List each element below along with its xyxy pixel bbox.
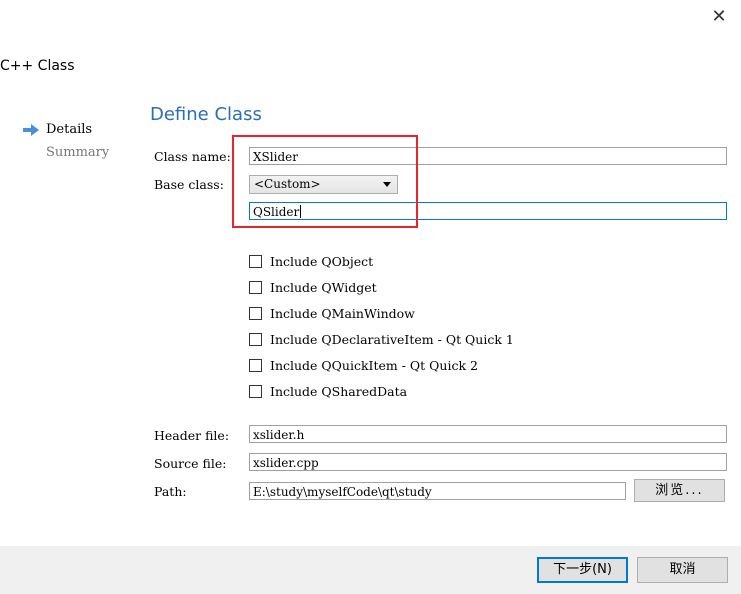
checkbox-include-qobject[interactable]: Include QObject [249,254,373,272]
cancel-button[interactable]: 取消 [637,557,728,583]
checkbox-icon[interactable] [249,307,262,320]
path-input[interactable]: E:\study\myselfCode\qt\study [249,482,626,500]
checkbox-label: Include QQuickItem - Qt Quick 2 [270,358,478,373]
header-file-input[interactable]: xslider.h [249,425,727,443]
checkbox-label: Include QMainWindow [270,306,415,321]
checkbox-label: Include QDeclarativeItem - Qt Quick 1 [270,332,514,347]
checkbox-label: Include QObject [270,254,374,269]
checkbox-icon[interactable] [249,333,262,346]
footer-bar [0,546,741,594]
close-button[interactable]: ✕ [708,6,730,28]
path-label: Path: [154,484,187,499]
source-file-input[interactable]: xslider.cpp [249,453,727,471]
class-name-label: Class name: [154,149,231,164]
browse-button[interactable]: 浏览... [634,479,725,502]
checkbox-include-qdeclarativeitem[interactable]: Include QDeclarativeItem - Qt Quick 1 [249,332,514,350]
next-button[interactable]: 下一步(N) [537,557,628,583]
checkbox-icon[interactable] [249,359,262,372]
source-file-label: Source file: [154,456,227,471]
wizard-title: C++ Class [0,58,75,74]
checkbox-label: Include QWidget [270,280,377,295]
checkbox-icon[interactable] [249,385,262,398]
page-title: Define Class [150,104,262,125]
step-details: Details [46,122,93,137]
step-summary: Summary [46,145,110,160]
checkbox-label: Include QSharedData [270,384,408,399]
checkbox-include-qquickitem[interactable]: Include QQuickItem - Qt Quick 2 [249,358,478,376]
base-class-label: Base class: [154,177,224,192]
arrow-right-icon [23,124,39,136]
checkbox-include-qshareddata[interactable]: Include QSharedData [249,384,407,402]
highlight-annotation-box [232,135,418,228]
checkbox-include-qwidget[interactable]: Include QWidget [249,280,377,298]
checkbox-icon[interactable] [249,255,262,268]
checkbox-include-qmainwindow[interactable]: Include QMainWindow [249,306,415,324]
header-file-label: Header file: [154,428,230,443]
checkbox-icon[interactable] [249,281,262,294]
